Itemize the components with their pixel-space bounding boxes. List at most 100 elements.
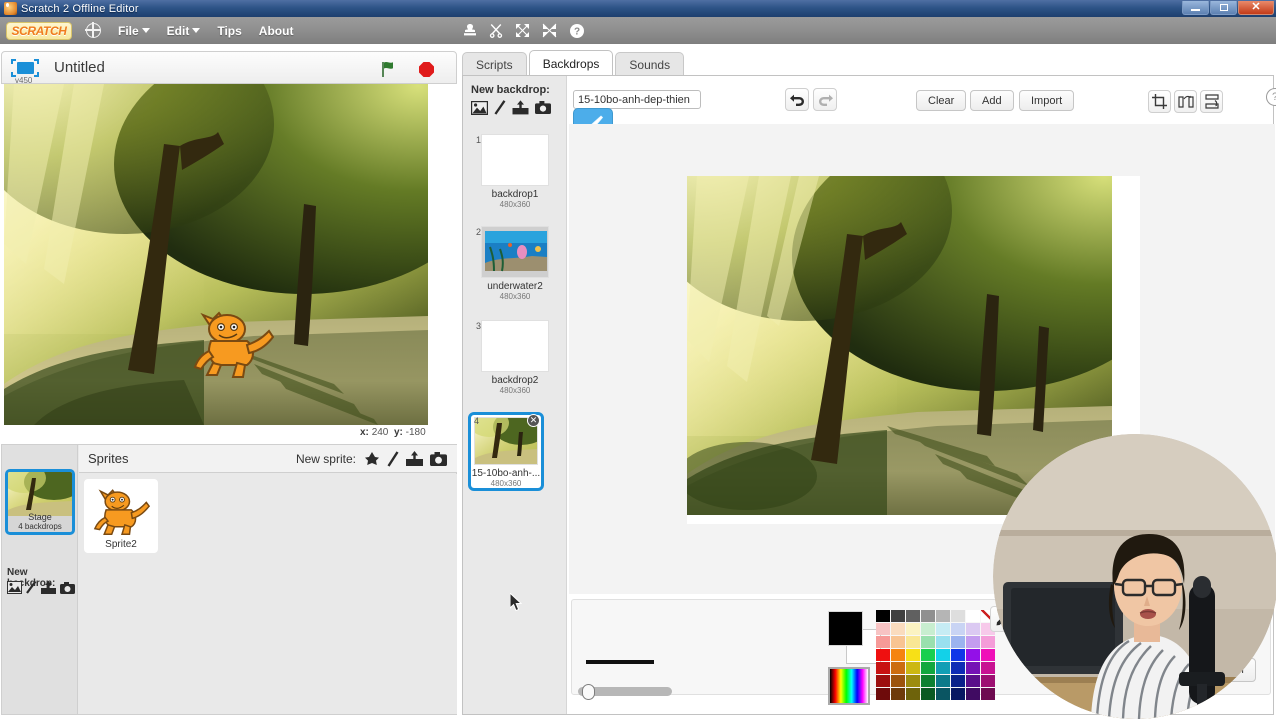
camera-icon[interactable] — [430, 451, 447, 466]
color-swatch[interactable] — [876, 610, 890, 622]
close-button[interactable]: ✕ — [1238, 1, 1274, 15]
color-swatch[interactable] — [966, 649, 980, 661]
color-swatch[interactable] — [951, 688, 965, 700]
backdrop-item-4[interactable]: 4 ✕ 15-10bo-anh-... 480x360 — [468, 412, 544, 491]
help-icon[interactable]: ? — [569, 23, 585, 39]
color-swatch[interactable] — [966, 675, 980, 687]
color-swatch[interactable] — [951, 636, 965, 648]
color-swatch[interactable] — [891, 688, 905, 700]
color-swatch[interactable] — [891, 675, 905, 687]
costume-name-input[interactable]: 15-10bo-anh-dep-thien — [573, 90, 701, 109]
color-swatch[interactable] — [906, 649, 920, 661]
foreground-color-swatch[interactable] — [828, 611, 863, 646]
color-swatch[interactable] — [876, 623, 890, 635]
camera-icon[interactable] — [535, 101, 551, 114]
maximize-button[interactable] — [1210, 1, 1237, 15]
import-button[interactable]: Import — [1019, 90, 1075, 111]
add-button[interactable]: Add — [970, 90, 1014, 111]
minimize-button[interactable] — [1182, 1, 1209, 15]
color-swatch[interactable] — [891, 662, 905, 674]
color-swatch[interactable] — [936, 688, 950, 700]
crop-button[interactable] — [1148, 90, 1171, 113]
shrink-icon[interactable] — [542, 23, 557, 38]
delete-backdrop-icon[interactable]: ✕ — [527, 414, 540, 427]
menu-tips[interactable]: Tips — [217, 24, 241, 38]
menu-edit[interactable]: Edit — [167, 24, 201, 38]
stage-thumbnail[interactable]: Stage 4 backdrops — [5, 469, 75, 535]
upload-icon[interactable] — [512, 100, 529, 115]
color-swatch[interactable] — [891, 610, 905, 622]
backdrop-item-1[interactable]: 1 backdrop1 480x360 — [473, 134, 557, 209]
color-swatch[interactable] — [891, 623, 905, 635]
color-swatch[interactable] — [906, 675, 920, 687]
list-item[interactable]: Sprite2 — [84, 479, 158, 553]
library-icon[interactable] — [364, 451, 380, 467]
color-swatch[interactable] — [936, 675, 950, 687]
scissors-icon[interactable] — [489, 23, 503, 38]
stamp-icon[interactable] — [463, 23, 477, 39]
color-swatch[interactable] — [921, 623, 935, 635]
color-swatch[interactable] — [921, 610, 935, 622]
stroke-width-slider[interactable] — [578, 684, 672, 700]
color-palette[interactable] — [876, 610, 995, 700]
flip-horizontal-button[interactable] — [1174, 90, 1197, 113]
color-swatch[interactable] — [951, 675, 965, 687]
library-icon[interactable] — [7, 581, 22, 594]
grow-icon[interactable] — [515, 23, 530, 38]
redo-button[interactable] — [813, 88, 837, 111]
color-swatch[interactable] — [906, 662, 920, 674]
color-swatch[interactable] — [966, 623, 980, 635]
color-swatch[interactable] — [966, 688, 980, 700]
tab-sounds[interactable]: Sounds — [615, 52, 685, 76]
color-swatch[interactable] — [981, 675, 995, 687]
library-icon[interactable] — [471, 100, 488, 115]
color-swatch[interactable] — [966, 636, 980, 648]
clear-button[interactable]: Clear — [916, 90, 967, 111]
tab-scripts[interactable]: Scripts — [462, 52, 527, 76]
color-swatch[interactable] — [906, 688, 920, 700]
backdrop-item-2[interactable]: 2 underwater2 480x360 — [473, 226, 557, 301]
tab-backdrops[interactable]: Backdrops — [528, 50, 614, 76]
color-swatch[interactable] — [876, 662, 890, 674]
color-swatch[interactable] — [921, 636, 935, 648]
color-swatch[interactable] — [876, 636, 890, 648]
color-swatch[interactable] — [981, 649, 995, 661]
scratch-logo[interactable]: SCRATCH — [6, 21, 72, 40]
color-swatch[interactable] — [951, 610, 965, 622]
color-spectrum-picker[interactable] — [828, 667, 870, 705]
color-swatch[interactable] — [981, 662, 995, 674]
upload-icon[interactable] — [406, 451, 423, 466]
paint-icon[interactable] — [387, 450, 399, 467]
sprite-on-stage-cat[interactable] — [189, 299, 279, 384]
help-icon[interactable]: ? — [1266, 88, 1276, 106]
color-swatch[interactable] — [876, 688, 890, 700]
color-swatch[interactable] — [891, 649, 905, 661]
color-swatch[interactable] — [936, 623, 950, 635]
upload-icon[interactable] — [41, 581, 56, 594]
stage-canvas[interactable] — [4, 84, 428, 425]
color-swatch[interactable] — [966, 610, 980, 622]
slider-knob[interactable] — [582, 684, 595, 700]
color-swatch[interactable] — [906, 610, 920, 622]
color-swatch[interactable] — [876, 675, 890, 687]
color-swatch[interactable] — [936, 610, 950, 622]
color-swatch[interactable] — [981, 688, 995, 700]
color-swatch[interactable] — [936, 662, 950, 674]
color-swatch[interactable] — [921, 649, 935, 661]
color-swatch[interactable] — [921, 662, 935, 674]
color-swatch[interactable] — [966, 662, 980, 674]
color-swatch[interactable] — [876, 649, 890, 661]
paint-icon[interactable] — [494, 100, 506, 115]
color-swatch[interactable] — [951, 623, 965, 635]
color-swatch[interactable] — [936, 636, 950, 648]
camera-icon[interactable] — [60, 581, 75, 594]
color-swatch[interactable] — [921, 675, 935, 687]
stop-icon[interactable] — [419, 62, 434, 77]
backdrop-item-3[interactable]: 3 backdrop2 480x360 — [473, 320, 557, 395]
menu-file[interactable]: File — [118, 24, 150, 38]
color-swatch[interactable] — [906, 623, 920, 635]
undo-button[interactable] — [785, 88, 809, 111]
color-swatch[interactable] — [951, 649, 965, 661]
color-swatch[interactable] — [921, 688, 935, 700]
color-swatch[interactable] — [951, 662, 965, 674]
